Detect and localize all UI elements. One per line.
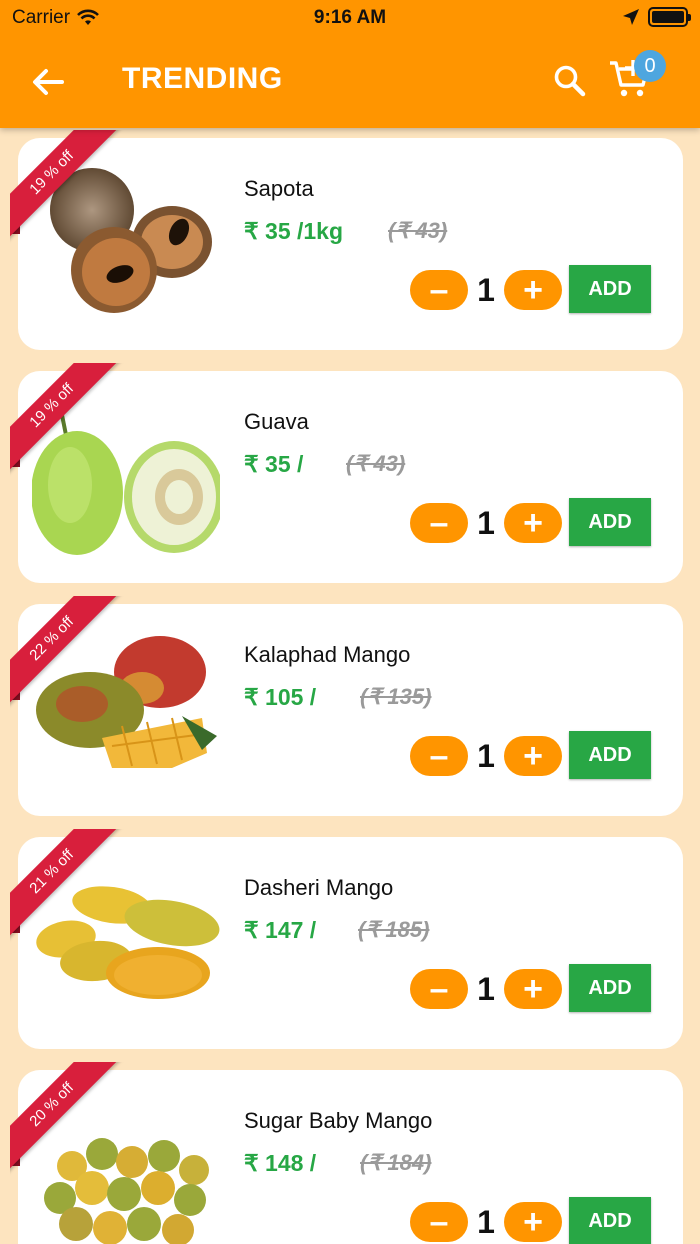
status-time: 9:16 AM [313,7,387,28]
discount-label: 19 % off [10,130,127,248]
product-mrp: (₹ 185) [358,917,430,942]
product-mrp: (₹ 184) [360,1150,432,1175]
discount-label: 20 % off [10,1062,127,1180]
product-price: ₹ 35 / [244,451,304,477]
increase-quantity-button[interactable]: + [504,503,562,543]
discount-ribbon: 20 % off [10,1062,130,1182]
discount-label: 22 % off [10,596,127,714]
product-card[interactable]: 19 % off Sapota ₹ 35 /1kg (₹ 43) – 1 + A… [10,130,683,350]
add-button[interactable]: ADD [569,731,651,779]
product-name: Guava [244,409,309,434]
page-title: TRENDING [122,62,283,95]
product-card[interactable]: 19 % off Guava ₹ 35 / (₹ 43) – 1 + ADD [10,363,683,583]
add-button[interactable]: ADD [569,265,651,313]
quantity-stepper: – 1 + [410,969,562,1009]
quantity-stepper: – 1 + [410,1202,562,1242]
increase-quantity-button[interactable]: + [504,1202,562,1242]
decrease-quantity-button[interactable]: – [410,270,468,310]
product-price: ₹ 35 /1kg [244,218,344,244]
product-name: Sapota [244,176,314,201]
quantity-value: 1 [477,1203,495,1240]
decrease-quantity-button[interactable]: – [410,736,468,776]
product-card[interactable]: 22 % off Kalaphad Mango ₹ 105 / (₹ 135) … [10,596,683,816]
top-bar: Carrier 9:16 AM TRENDING 0 [0,0,700,128]
product-name: Kalaphad Mango [244,642,411,667]
add-button[interactable]: ADD [569,498,651,546]
product-name: Dasheri Mango [244,875,394,900]
back-arrow-icon[interactable] [28,62,68,102]
search-icon[interactable] [552,63,588,99]
increase-quantity-button[interactable]: + [504,270,562,310]
discount-ribbon: 19 % off [10,363,130,483]
discount-ribbon: 22 % off [10,596,130,716]
discount-ribbon: 19 % off [10,130,130,250]
quantity-value: 1 [477,271,495,308]
discount-ribbon: 21 % off [10,829,130,949]
discount-label: 19 % off [10,363,127,481]
product-mrp: (₹ 135) [360,684,432,709]
product-price: ₹ 105 / [244,684,317,710]
product-card[interactable]: 21 % off Dasheri Mango ₹ 147 / (₹ 185) –… [10,829,683,1049]
quantity-value: 1 [477,504,495,541]
quantity-value: 1 [477,737,495,774]
status-bar: Carrier 9:16 AM [0,0,700,36]
product-price: ₹ 147 / [244,917,317,943]
quantity-stepper: – 1 + [410,270,562,310]
quantity-stepper: – 1 + [410,503,562,543]
increase-quantity-button[interactable]: + [504,736,562,776]
increase-quantity-button[interactable]: + [504,969,562,1009]
product-mrp: (₹ 43) [388,218,448,243]
add-button[interactable]: ADD [569,1197,651,1244]
decrease-quantity-button[interactable]: – [410,503,468,543]
app-bar: TRENDING 0 [0,36,700,128]
product-card[interactable]: 20 % off Sugar Baby Mango ₹ 148 / (₹ 184… [10,1062,683,1244]
status-right [622,7,691,27]
decrease-quantity-button[interactable]: – [410,1202,468,1242]
quantity-value: 1 [477,970,495,1007]
cart-count-badge: 0 [634,50,666,82]
location-arrow-icon [623,9,639,25]
add-button[interactable]: ADD [569,964,651,1012]
battery-icon [648,7,691,27]
decrease-quantity-button[interactable]: – [410,969,468,1009]
quantity-stepper: – 1 + [410,736,562,776]
product-mrp: (₹ 43) [346,451,406,476]
product-price: ₹ 148 / [244,1150,317,1176]
product-name: Sugar Baby Mango [244,1108,433,1133]
discount-label: 21 % off [10,829,127,947]
